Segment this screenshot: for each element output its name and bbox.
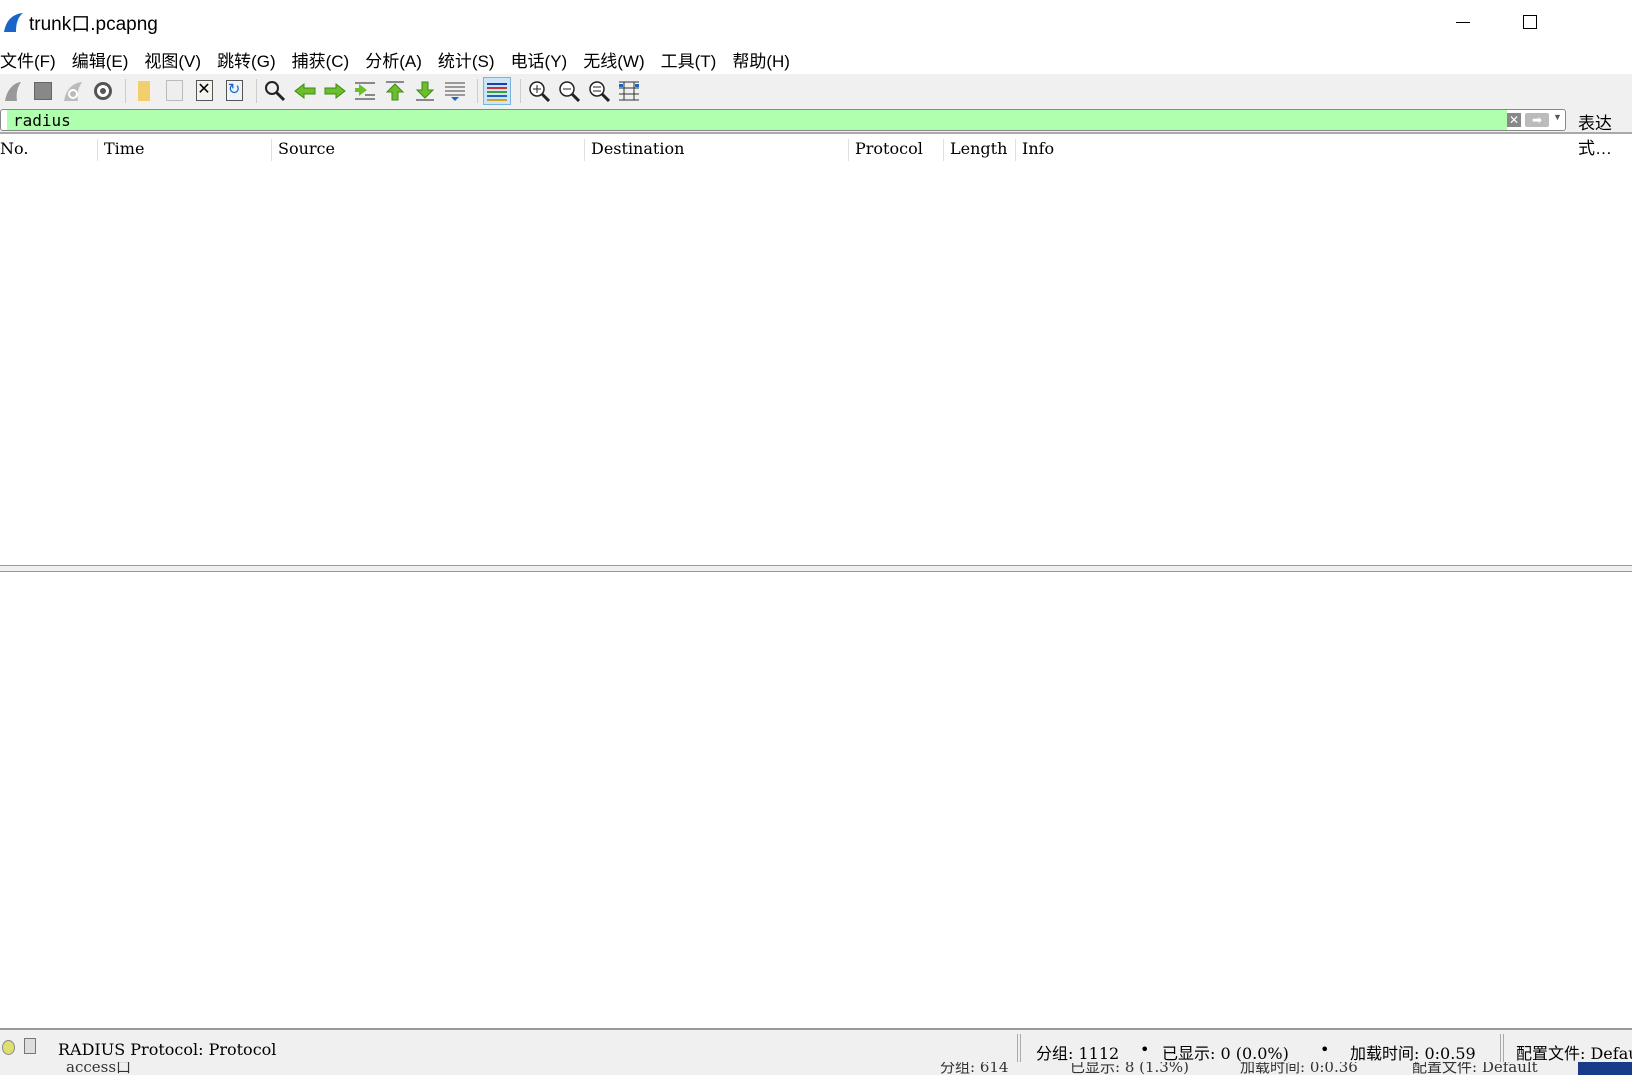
field-info-text: RADIUS Protocol: Protocol (58, 1040, 277, 1059)
column-info[interactable]: Info (1016, 139, 1632, 161)
first-packet-icon[interactable] (382, 78, 408, 104)
go-forward-icon[interactable] (322, 78, 348, 104)
colorize-icon[interactable] (483, 76, 511, 105)
menu-view[interactable]: 视图(V) (144, 47, 201, 72)
background-load-time: 加载时间: 0:0.36 (1240, 1062, 1358, 1075)
stop-capture-icon[interactable] (30, 78, 56, 104)
window-title: trunk口.pcapng (29, 13, 158, 35)
column-source[interactable]: Source (272, 139, 585, 161)
menu-wireless[interactable]: 无线(W) (583, 47, 644, 72)
go-to-packet-icon[interactable] (352, 78, 378, 104)
column-destination[interactable]: Destination (585, 139, 849, 161)
pane-splitter[interactable] (0, 565, 1632, 572)
filter-history-dropdown-icon[interactable]: ▼ (1553, 112, 1562, 122)
apply-filter-icon[interactable]: ➡ (1525, 113, 1549, 127)
display-filter-bar: radius ✕ ➡ ▼ 表达式… (0, 107, 1632, 158)
last-packet-icon[interactable] (412, 78, 438, 104)
toolbar-separator (256, 78, 257, 103)
menu-telephony[interactable]: 电话(Y) (511, 47, 568, 72)
menu-statistics[interactable]: 统计(S) (438, 47, 495, 72)
background-window-title: access口 (66, 1062, 132, 1075)
background-window-status-bar: access口 分组: 614 已显示: 8 (1.3%) 加载时间: 0:0.… (0, 1062, 1632, 1075)
close-file-icon[interactable]: ✕ (191, 78, 217, 104)
background-profile: 配置文件: Default (1412, 1062, 1538, 1075)
wireshark-logo-icon (4, 13, 23, 32)
toolbar-separator (125, 78, 126, 103)
reload-file-icon[interactable]: ↻ (221, 78, 247, 104)
toolbar-separator (520, 78, 521, 103)
taskbar-fragment (1578, 1062, 1632, 1075)
resize-columns-icon[interactable] (616, 78, 642, 104)
capture-comment-icon[interactable] (24, 1038, 36, 1054)
column-no[interactable]: No. (0, 139, 98, 161)
zoom-out-icon[interactable] (556, 78, 582, 104)
packet-list-pane[interactable] (0, 162, 1632, 565)
packet-details-pane[interactable] (0, 572, 1632, 1028)
packet-count: 分组: 1112 (1036, 1044, 1120, 1063)
load-time: 加载时间: 0:0.59 (1350, 1044, 1476, 1063)
profile[interactable]: 配置文件: Default (1516, 1040, 1632, 1064)
background-packet-count: 分组: 614 (940, 1062, 1009, 1075)
status-separator (1017, 1034, 1021, 1062)
bullet: • (1140, 1040, 1150, 1059)
menu-file[interactable]: 文件(F) (0, 47, 56, 72)
maximize-button[interactable] (1515, 10, 1545, 34)
minimize-button[interactable] (1448, 10, 1478, 34)
status-separator (1500, 1034, 1504, 1062)
save-file-icon[interactable] (161, 78, 187, 104)
normal-size-icon[interactable] (586, 78, 612, 104)
displayed-count: 已显示: 0 (0.0%) (1162, 1044, 1289, 1063)
menu-help[interactable]: 帮助(H) (732, 47, 790, 72)
column-protocol[interactable]: Protocol (849, 139, 944, 161)
menu-edit[interactable]: 编辑(E) (72, 47, 129, 72)
toolbar-separator (477, 78, 478, 103)
find-packet-icon[interactable] (262, 78, 288, 104)
menu-tools[interactable]: 工具(T) (661, 47, 717, 72)
bullet: • (1320, 1040, 1330, 1059)
zoom-in-icon[interactable] (526, 78, 552, 104)
expert-info-icon[interactable] (2, 1040, 15, 1055)
column-length[interactable]: Length (944, 139, 1016, 161)
display-filter-input[interactable]: radius ✕ ➡ ▼ (0, 109, 1566, 131)
auto-scroll-icon[interactable] (442, 78, 468, 104)
filter-valid-background (7, 110, 1507, 130)
start-capture-icon[interactable] (0, 78, 26, 104)
open-file-icon[interactable] (131, 78, 157, 104)
main-toolbar: ✕ ↻ (0, 74, 1632, 107)
menu-bar: 文件(F) 编辑(E) 视图(V) 跳转(G) 捕获(C) 分析(A) 统计(S… (0, 44, 806, 74)
restart-capture-icon[interactable] (60, 78, 86, 104)
menu-analyze[interactable]: 分析(A) (365, 47, 422, 72)
filter-value[interactable]: radius (13, 111, 71, 130)
packet-list-header: No. Time Source Destination Protocol Len… (0, 136, 1632, 162)
title-bar: trunk口.pcapng (0, 0, 1632, 44)
menu-capture[interactable]: 捕获(C) (292, 47, 350, 72)
clear-filter-icon[interactable]: ✕ (1507, 113, 1521, 127)
status-bar: RADIUS Protocol: Protocol 分组: 1112 • 已显示… (0, 1028, 1632, 1066)
menu-go[interactable]: 跳转(G) (217, 47, 276, 72)
go-back-icon[interactable] (292, 78, 318, 104)
column-time[interactable]: Time (98, 139, 272, 161)
capture-options-icon[interactable] (90, 78, 116, 104)
background-displayed-count: 已显示: 8 (1.3%) (1070, 1062, 1189, 1075)
